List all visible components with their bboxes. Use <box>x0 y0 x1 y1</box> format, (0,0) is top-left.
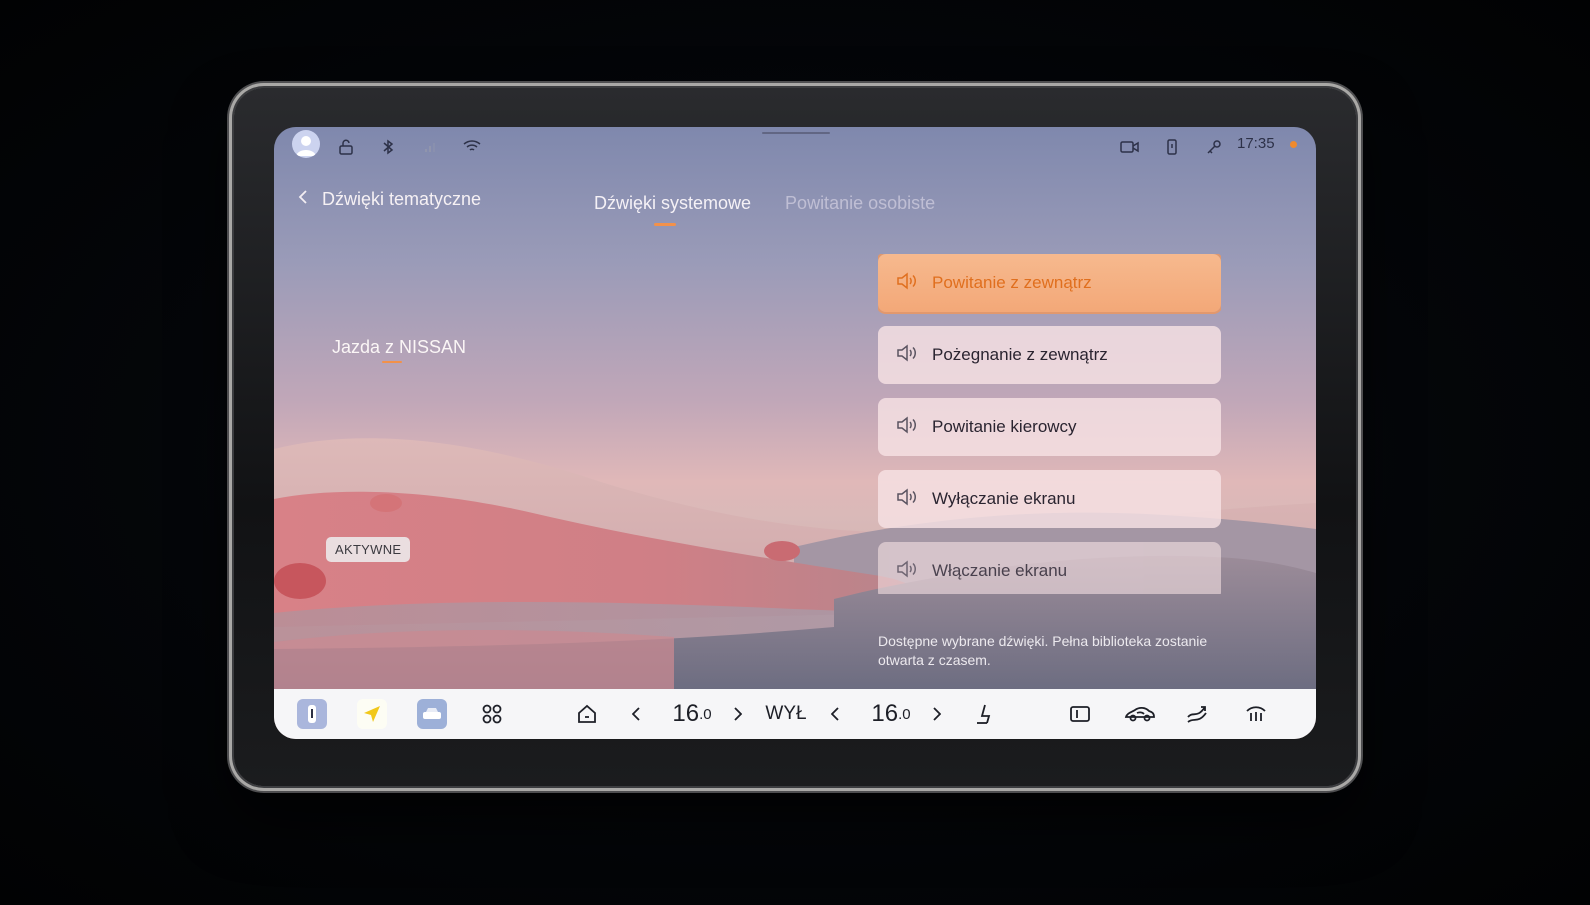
clock: 17:35 <box>1237 135 1275 152</box>
tab-bar: Dźwięki systemowe Powitanie osobiste <box>594 193 935 226</box>
status-badge: AKTYWNE <box>326 537 411 562</box>
speaker-icon <box>896 487 918 511</box>
sound-item-label: Włączanie ekranu <box>932 561 1068 580</box>
sound-list[interactable]: Powitanie z zewnątrz Pożegnanie z zewnąt… <box>878 254 1221 594</box>
tab-label: Dźwięki systemowe <box>594 193 752 213</box>
right-temp-decrease-button[interactable] <box>827 699 843 729</box>
speaker-icon <box>896 343 918 367</box>
apps-grid-icon[interactable] <box>477 699 507 729</box>
sound-item-label: Pożegnanie z zewnątrz <box>932 345 1108 364</box>
sound-item-label: Powitanie z zewnątrz <box>932 273 1092 292</box>
vehicle-key-app-icon[interactable] <box>297 699 327 729</box>
status-indicator-dot <box>1290 141 1297 148</box>
camera-icon[interactable] <box>1118 135 1142 159</box>
speaker-icon <box>896 415 918 439</box>
right-temp-decimal: .0 <box>898 705 911 723</box>
theme-name[interactable]: Jazda z NISSAN <box>332 337 466 358</box>
wifi-icon[interactable] <box>460 135 484 159</box>
back-button[interactable]: Dźwięki tematyczne <box>298 189 481 210</box>
signal-icon <box>418 135 442 159</box>
rear-defrost-icon[interactable] <box>1241 699 1271 729</box>
right-temp-value: 16 <box>871 700 899 727</box>
right-temperature: 16.0 <box>869 699 913 729</box>
sound-item-driver-welcome[interactable]: Powitanie kierowcy <box>878 398 1221 456</box>
back-label: Dźwięki tematyczne <box>322 189 482 209</box>
speaker-icon <box>896 559 918 583</box>
right-temp-increase-button[interactable] <box>929 699 945 729</box>
infotainment-screen: 17:35 Dźwięki tematyczne Dźwięki systemo… <box>274 127 1316 739</box>
left-temp-value: 16 <box>672 700 700 727</box>
navigation-app-icon[interactable] <box>357 699 387 729</box>
phone-key-icon[interactable] <box>1160 135 1184 159</box>
left-temp-decimal: .0 <box>699 705 712 723</box>
chevron-left-icon <box>298 189 308 210</box>
car-app-icon[interactable] <box>417 699 447 729</box>
status-bar: 17:35 <box>274 127 1316 167</box>
sound-item-label: Wyłączanie ekranu <box>932 489 1076 508</box>
user-avatar[interactable] <box>292 130 320 158</box>
left-temperature: 16.0 <box>670 699 714 729</box>
speaker-icon <box>896 271 918 295</box>
display-mode-icon[interactable] <box>1065 699 1095 729</box>
seat-heating-icon[interactable] <box>968 699 998 729</box>
stage-background: 17:35 Dźwięki tematyczne Dźwięki systemo… <box>0 0 1590 905</box>
tab-label: Powitanie osobiste <box>785 193 936 213</box>
home-icon[interactable] <box>572 699 602 729</box>
library-footnote: Dostępne wybrane dźwięki. Pełna bibliote… <box>878 633 1208 668</box>
tab-personal-greeting[interactable]: Powitanie osobiste <box>785 193 935 214</box>
tab-system-sounds[interactable]: Dźwięki systemowe <box>594 193 752 226</box>
sound-item-welcome-outside[interactable]: Powitanie z zewnątrz <box>878 254 1221 312</box>
key-icon[interactable] <box>1202 135 1226 159</box>
sound-item-label: Powitanie kierowcy <box>932 417 1077 436</box>
left-temp-decrease-button[interactable] <box>628 699 644 729</box>
sound-item-screen-on[interactable]: Włączanie ekranu <box>878 542 1221 594</box>
bluetooth-icon[interactable] <box>376 135 400 159</box>
theme-underline <box>382 361 402 363</box>
car-recirculation-icon[interactable] <box>1122 699 1158 729</box>
tab-active-indicator <box>654 223 676 226</box>
lock-open-icon[interactable] <box>334 135 358 159</box>
fan-status[interactable]: WYŁ <box>765 699 806 729</box>
left-temp-increase-button[interactable] <box>730 699 746 729</box>
sound-item-goodbye-outside[interactable]: Pożegnanie z zewnątrz <box>878 326 1221 384</box>
sound-item-screen-off[interactable]: Wyłączanie ekranu <box>878 470 1221 528</box>
airflow-icon[interactable] <box>1182 699 1212 729</box>
bottom-dock: 16.0 WYŁ 16.0 <box>274 689 1316 739</box>
